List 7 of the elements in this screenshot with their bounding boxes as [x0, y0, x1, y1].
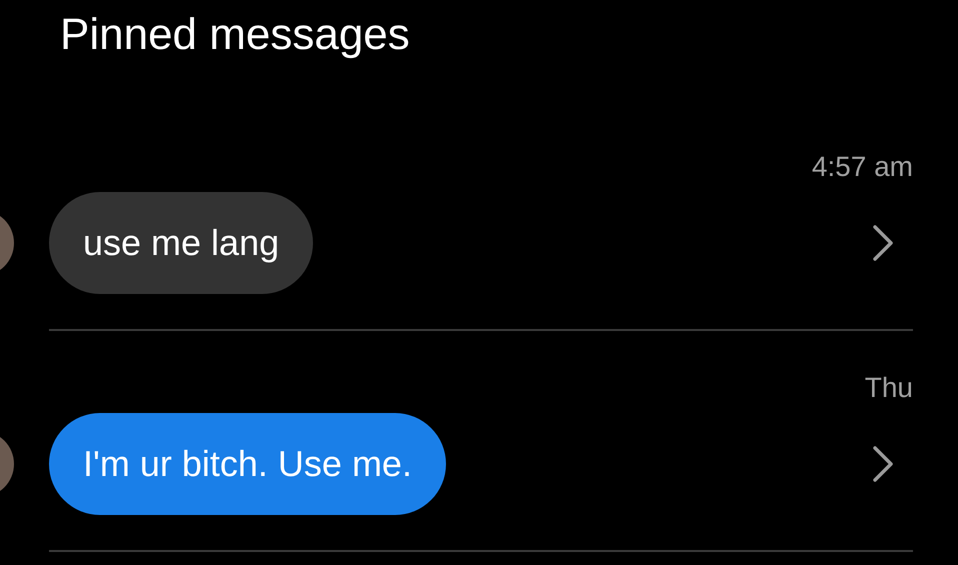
chevron-right-icon[interactable] [872, 224, 894, 262]
page-title: Pinned messages [60, 10, 410, 60]
message-time: Thu [864, 373, 913, 403]
chevron-right-icon[interactable] [872, 445, 894, 483]
message-time: 4:57 am [812, 152, 913, 182]
message-bubble[interactable]: use me lang [49, 192, 314, 294]
message-bubble[interactable]: I'm ur bitch. Use me. [49, 413, 446, 515]
